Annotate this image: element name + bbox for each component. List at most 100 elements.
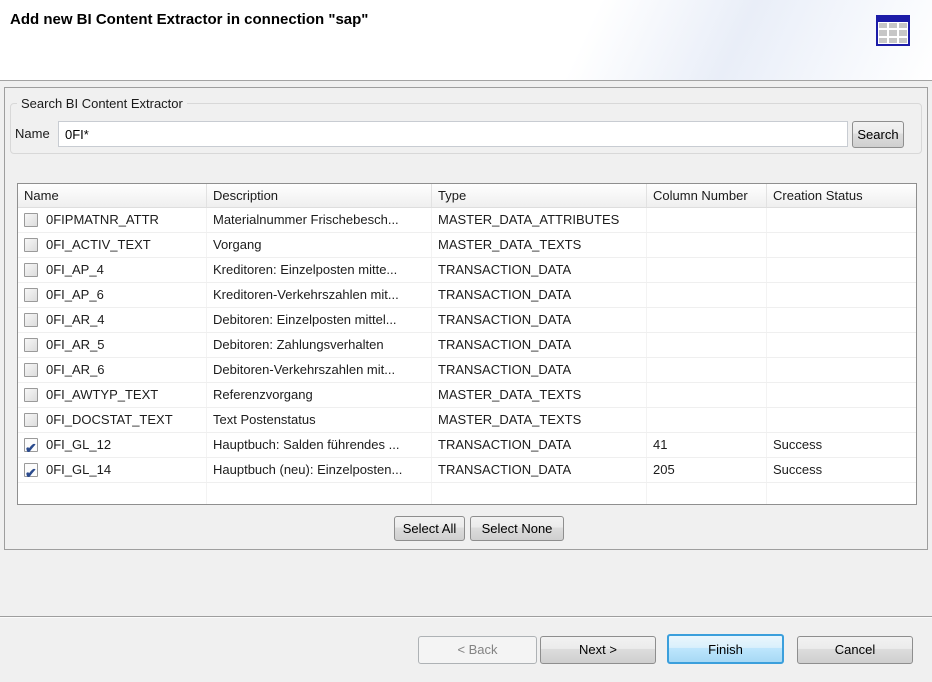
table-row[interactable]: 0FI_AP_4 Kreditoren: Einzelposten mitte.… [18,258,916,283]
row-checkbox[interactable] [24,213,38,227]
row-type: TRANSACTION_DATA [432,258,647,282]
row-name: 0FI_GL_12 [46,433,111,457]
row-creation-status [767,258,917,282]
row-checkbox[interactable] [24,288,38,302]
row-column-number [647,333,767,357]
row-type: TRANSACTION_DATA [432,333,647,357]
table-row[interactable]: 0FIPMATNR_ATTR Materialnummer Frischebes… [18,208,916,233]
finish-button[interactable]: Finish [667,634,784,664]
row-type: TRANSACTION_DATA [432,308,647,332]
row-checkbox[interactable] [24,413,38,427]
row-checkbox[interactable] [24,363,38,377]
row-name-cell: 0FI_AWTYP_TEXT [18,383,207,407]
column-header-description[interactable]: Description [207,184,432,207]
row-checkbox[interactable] [24,238,38,252]
next-button[interactable]: Next > [540,636,656,664]
column-header-creation-status[interactable]: Creation Status [767,184,917,207]
row-column-number [647,283,767,307]
wizard-header: Add new BI Content Extractor in connecti… [0,0,932,81]
row-description: Kreditoren-Verkehrszahlen mit... [207,283,432,307]
row-name-cell: 0FI_AR_4 [18,308,207,332]
row-creation-status [767,283,917,307]
row-name-cell: 0FI_GL_14 [18,458,207,482]
row-description: Kreditoren: Einzelposten mitte... [207,258,432,282]
row-description: Text Postenstatus [207,408,432,432]
table-row[interactable]: 0FI_GL_14 Hauptbuch (neu): Einzelposten.… [18,458,916,483]
table-row[interactable]: 0FI_GL_12 Hauptbuch: Salden führendes ..… [18,433,916,458]
table-grid-icon [876,15,910,46]
table-row[interactable]: 0FI_AP_6 Kreditoren-Verkehrszahlen mit..… [18,283,916,308]
row-column-number [647,233,767,257]
row-name-cell: 0FI_ACTIV_TEXT [18,233,207,257]
row-description: Materialnummer Frischebesch... [207,208,432,232]
row-column-number: 205 [647,458,767,482]
column-header-column-number[interactable]: Column Number [647,184,767,207]
table-row[interactable]: 0FI_AWTYP_TEXT Referenzvorgang MASTER_DA… [18,383,916,408]
row-column-number [647,308,767,332]
search-button[interactable]: Search [852,121,904,148]
table-row[interactable]: 0FI_AR_4 Debitoren: Einzelposten mittel.… [18,308,916,333]
row-description: Debitoren: Einzelposten mittel... [207,308,432,332]
row-name-cell: 0FIPMATNR_ATTR [18,208,207,232]
row-type: MASTER_DATA_TEXTS [432,383,647,407]
back-button: < Back [418,636,537,664]
row-description: Hauptbuch (neu): Einzelposten... [207,458,432,482]
row-type: MASTER_DATA_ATTRIBUTES [432,208,647,232]
row-type: TRANSACTION_DATA [432,283,647,307]
row-description: Referenzvorgang [207,383,432,407]
row-name: 0FI_ACTIV_TEXT [46,233,151,257]
table-row[interactable]: 0FI_DOCSTAT_TEXT Text Postenstatus MASTE… [18,408,916,433]
content-panel: Search BI Content Extractor Name Search … [4,87,928,550]
row-checkbox[interactable] [24,438,38,452]
table-empty-area [18,483,916,505]
row-column-number [647,408,767,432]
row-name: 0FI_AR_4 [46,308,105,332]
extractor-table: Name Description Type Column Number Crea… [17,183,917,505]
row-name-cell: 0FI_DOCSTAT_TEXT [18,408,207,432]
row-checkbox[interactable] [24,263,38,277]
row-name-cell: 0FI_GL_12 [18,433,207,457]
select-none-button[interactable]: Select None [470,516,564,541]
row-name: 0FI_AWTYP_TEXT [46,383,158,407]
row-creation-status [767,383,917,407]
column-header-type[interactable]: Type [432,184,647,207]
row-checkbox[interactable] [24,463,38,477]
row-creation-status: Success [767,433,917,457]
row-checkbox[interactable] [24,313,38,327]
row-creation-status [767,208,917,232]
row-type: MASTER_DATA_TEXTS [432,233,647,257]
row-name-cell: 0FI_AP_4 [18,258,207,282]
search-group-label: Search BI Content Extractor [17,96,187,111]
row-type: MASTER_DATA_TEXTS [432,408,647,432]
cancel-button[interactable]: Cancel [797,636,913,664]
row-type: TRANSACTION_DATA [432,358,647,382]
row-checkbox[interactable] [24,338,38,352]
column-header-name[interactable]: Name [18,184,207,207]
row-description: Debitoren: Zahlungsverhalten [207,333,432,357]
row-type: TRANSACTION_DATA [432,433,647,457]
name-label: Name [15,126,50,141]
footer-separator [0,616,932,618]
table-row[interactable]: 0FI_AR_5 Debitoren: Zahlungsverhalten TR… [18,333,916,358]
row-name-cell: 0FI_AP_6 [18,283,207,307]
name-input[interactable] [58,121,848,147]
row-creation-status [767,333,917,357]
row-name: 0FIPMATNR_ATTR [46,208,159,232]
table-icon-cells [878,22,908,44]
row-name: 0FI_DOCSTAT_TEXT [46,408,173,432]
table-row[interactable]: 0FI_ACTIV_TEXT Vorgang MASTER_DATA_TEXTS [18,233,916,258]
row-creation-status [767,358,917,382]
row-type: TRANSACTION_DATA [432,458,647,482]
row-name: 0FI_AR_5 [46,333,105,357]
row-creation-status [767,408,917,432]
row-column-number [647,208,767,232]
row-checkbox[interactable] [24,388,38,402]
row-name: 0FI_GL_14 [46,458,111,482]
row-creation-status [767,233,917,257]
table-header-row: Name Description Type Column Number Crea… [18,184,916,208]
row-name: 0FI_AP_4 [46,258,104,282]
select-all-button[interactable]: Select All [394,516,465,541]
table-row[interactable]: 0FI_AR_6 Debitoren-Verkehrszahlen mit...… [18,358,916,383]
row-name: 0FI_AR_6 [46,358,105,382]
row-creation-status: Success [767,458,917,482]
